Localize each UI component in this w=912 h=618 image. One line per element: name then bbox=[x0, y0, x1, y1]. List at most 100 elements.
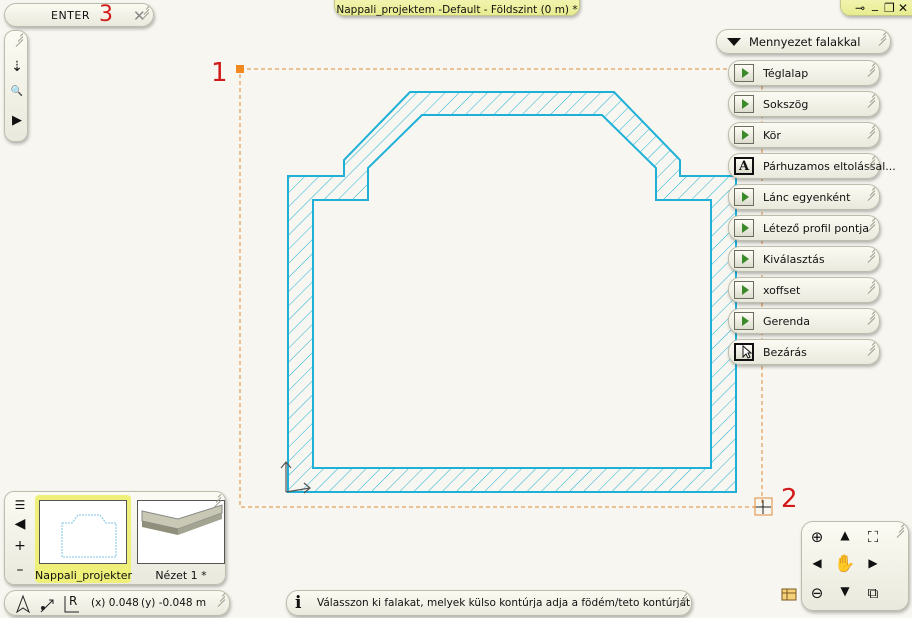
remove-view-icon[interactable]: – bbox=[11, 562, 29, 578]
resize-grip-icon bbox=[209, 494, 222, 508]
pin-icon[interactable]: ⊸ bbox=[855, 1, 865, 15]
3d-view-thumbnail bbox=[137, 500, 225, 564]
play-icon[interactable]: ▶ bbox=[10, 113, 24, 128]
minimize-icon[interactable]: _ bbox=[872, 0, 878, 11]
window-title: Nappali_projektem -Default - Földszint (… bbox=[336, 4, 578, 16]
resize-grip-icon bbox=[137, 6, 150, 20]
enter-marker-3: 3 bbox=[99, 2, 113, 27]
cursor-icon bbox=[734, 343, 754, 361]
pan-left-icon[interactable]: ◀ bbox=[806, 556, 828, 570]
play-icon bbox=[734, 126, 754, 144]
relative-r-label: R bbox=[69, 594, 78, 608]
resize-grip-icon bbox=[863, 311, 876, 325]
resize-grip-icon bbox=[863, 125, 876, 139]
resize-grip-icon bbox=[863, 63, 876, 77]
menu-item-bezaras[interactable]: Bezárás bbox=[728, 339, 880, 365]
play-icon bbox=[734, 64, 754, 82]
menu-item-label: Kör bbox=[763, 129, 781, 142]
crosshair-cursor-icon bbox=[754, 497, 773, 516]
pan-right-icon[interactable]: ▶ bbox=[862, 556, 884, 570]
resize-grip-icon bbox=[675, 593, 688, 607]
fit-view-icon[interactable]: ⛶ bbox=[862, 528, 884, 546]
resize-grip-icon bbox=[863, 280, 876, 294]
left-toolbar: ⇣ 🔍 ▶ bbox=[4, 30, 28, 142]
zoom-out-icon[interactable]: ⊖ bbox=[806, 584, 828, 602]
menu-item-teglalap[interactable]: Téglalap bbox=[728, 60, 880, 86]
window-title-bar: Nappali_projektem -Default - Földszint (… bbox=[334, 0, 580, 16]
resize-grip-icon bbox=[863, 249, 876, 263]
resize-grip-icon bbox=[863, 156, 876, 170]
menu-item-kor[interactable]: Kör bbox=[728, 122, 880, 148]
status-message: Válasszon ki falakat, melyek külso kontú… bbox=[317, 597, 691, 609]
window-controls: ⊸ _ ❐ ✕ bbox=[840, 0, 912, 16]
resize-grip-icon bbox=[882, 524, 905, 538]
view-thumb-label: Nézet 1 * bbox=[155, 569, 207, 582]
view-thumb-label: Nappali_projekter bbox=[35, 569, 133, 582]
list-icon[interactable]: ☰ bbox=[11, 498, 29, 512]
enter-input-box[interactable]: ENTER 3 ✕ bbox=[4, 2, 154, 27]
menu-item-gerenda[interactable]: Gerenda bbox=[728, 308, 880, 334]
play-icon bbox=[734, 281, 754, 299]
play-icon bbox=[734, 95, 754, 113]
play-icon bbox=[734, 219, 754, 237]
close-window-icon[interactable]: ✕ bbox=[898, 1, 908, 15]
add-view-icon[interactable]: + bbox=[11, 538, 29, 554]
menu-item-label: Sokszög bbox=[763, 98, 809, 111]
pan-up-icon[interactable]: ▲ bbox=[834, 528, 856, 542]
snap-icon[interactable] bbox=[40, 599, 54, 613]
views-panel: ☰ ◀ + – Nappali_projekter Nézet 1 * bbox=[4, 491, 226, 585]
pointer-down-icon[interactable]: ⇣ bbox=[10, 59, 24, 75]
menu-header-label: Mennyezet falakkal bbox=[749, 35, 861, 49]
menu-item-lanc[interactable]: Lánc egyenként bbox=[728, 184, 880, 210]
y-coordinate: (y) -0.048 m bbox=[141, 597, 207, 609]
menu-item-label: Párhuzamos eltolással... bbox=[763, 160, 896, 173]
view-thumb-nezet1[interactable]: Nézet 1 * bbox=[133, 495, 229, 583]
menu-item-label: Lánc egyenként bbox=[763, 191, 851, 204]
text-a-icon: A bbox=[734, 157, 754, 175]
point-marker-1: 1 bbox=[211, 58, 228, 88]
menu-item-sokszog[interactable]: Sokszög bbox=[728, 91, 880, 117]
menu-item-xoffset[interactable]: xoffset bbox=[728, 277, 880, 303]
menu-item-label: Téglalap bbox=[763, 67, 809, 80]
play-icon bbox=[734, 188, 754, 206]
menu-item-label: Létező profil pontja bbox=[763, 222, 870, 235]
selection-start-handle[interactable] bbox=[236, 65, 244, 73]
resize-grip-icon bbox=[863, 94, 876, 108]
navigation-panel: ⊕ ▲ ⛶ ◀ ✋ ▶ ⊖ ▼ ⧉ bbox=[801, 521, 909, 611]
pan-down-icon[interactable]: ▼ bbox=[834, 584, 856, 598]
north-arrow-icon[interactable] bbox=[15, 594, 31, 614]
view-thumb-nappali[interactable]: Nappali_projekter bbox=[35, 495, 133, 583]
info-icon: i bbox=[295, 593, 302, 613]
dropdown-arrow-icon bbox=[727, 38, 741, 46]
status-bar: i Válasszon ki falakat, melyek külso kon… bbox=[286, 590, 692, 616]
menu-item-label: Bezárás bbox=[763, 346, 807, 359]
coordinate-bar: R (x) 0.048 (y) -0.048 m bbox=[4, 590, 230, 616]
restore-icon[interactable]: ❐ bbox=[884, 1, 895, 15]
resize-grip-icon bbox=[863, 218, 876, 232]
resize-grip-icon bbox=[11, 33, 24, 47]
x-coordinate: (x) 0.048 bbox=[91, 597, 139, 609]
zoom-window-icon[interactable]: ⧉ bbox=[862, 584, 884, 602]
menu-item-label: xoffset bbox=[763, 284, 801, 297]
point-marker-2: 2 bbox=[781, 484, 798, 514]
menu-item-parhuzamos[interactable]: A Párhuzamos eltolással... bbox=[728, 153, 896, 179]
resize-grip-icon bbox=[863, 187, 876, 201]
menu-header-mennyezet[interactable]: Mennyezet falakkal bbox=[716, 29, 891, 54]
menu-item-label: Kiválasztás bbox=[763, 253, 825, 266]
floorplan-thumbnail bbox=[39, 500, 127, 564]
views-side-toolbar: ☰ ◀ + – bbox=[9, 496, 31, 582]
wall-outline[interactable] bbox=[287, 91, 737, 493]
layers-icon[interactable] bbox=[781, 586, 797, 602]
menu-item-kivalasztas[interactable]: Kiválasztás bbox=[728, 246, 880, 272]
selection-rectangle bbox=[239, 68, 763, 508]
prev-view-icon[interactable]: ◀ bbox=[11, 516, 29, 532]
menu-item-letezo-profil[interactable]: Létező profil pontja bbox=[728, 215, 880, 241]
play-icon bbox=[734, 250, 754, 268]
resize-grip-icon bbox=[213, 593, 226, 607]
play-icon bbox=[734, 312, 754, 330]
hand-pan-icon[interactable]: ✋ bbox=[834, 554, 856, 574]
resize-grip-icon bbox=[863, 342, 876, 356]
zoom-in-icon[interactable]: ⊕ bbox=[806, 528, 828, 546]
zoom-icon[interactable]: 🔍 bbox=[10, 86, 24, 97]
menu-item-label: Gerenda bbox=[763, 315, 811, 328]
